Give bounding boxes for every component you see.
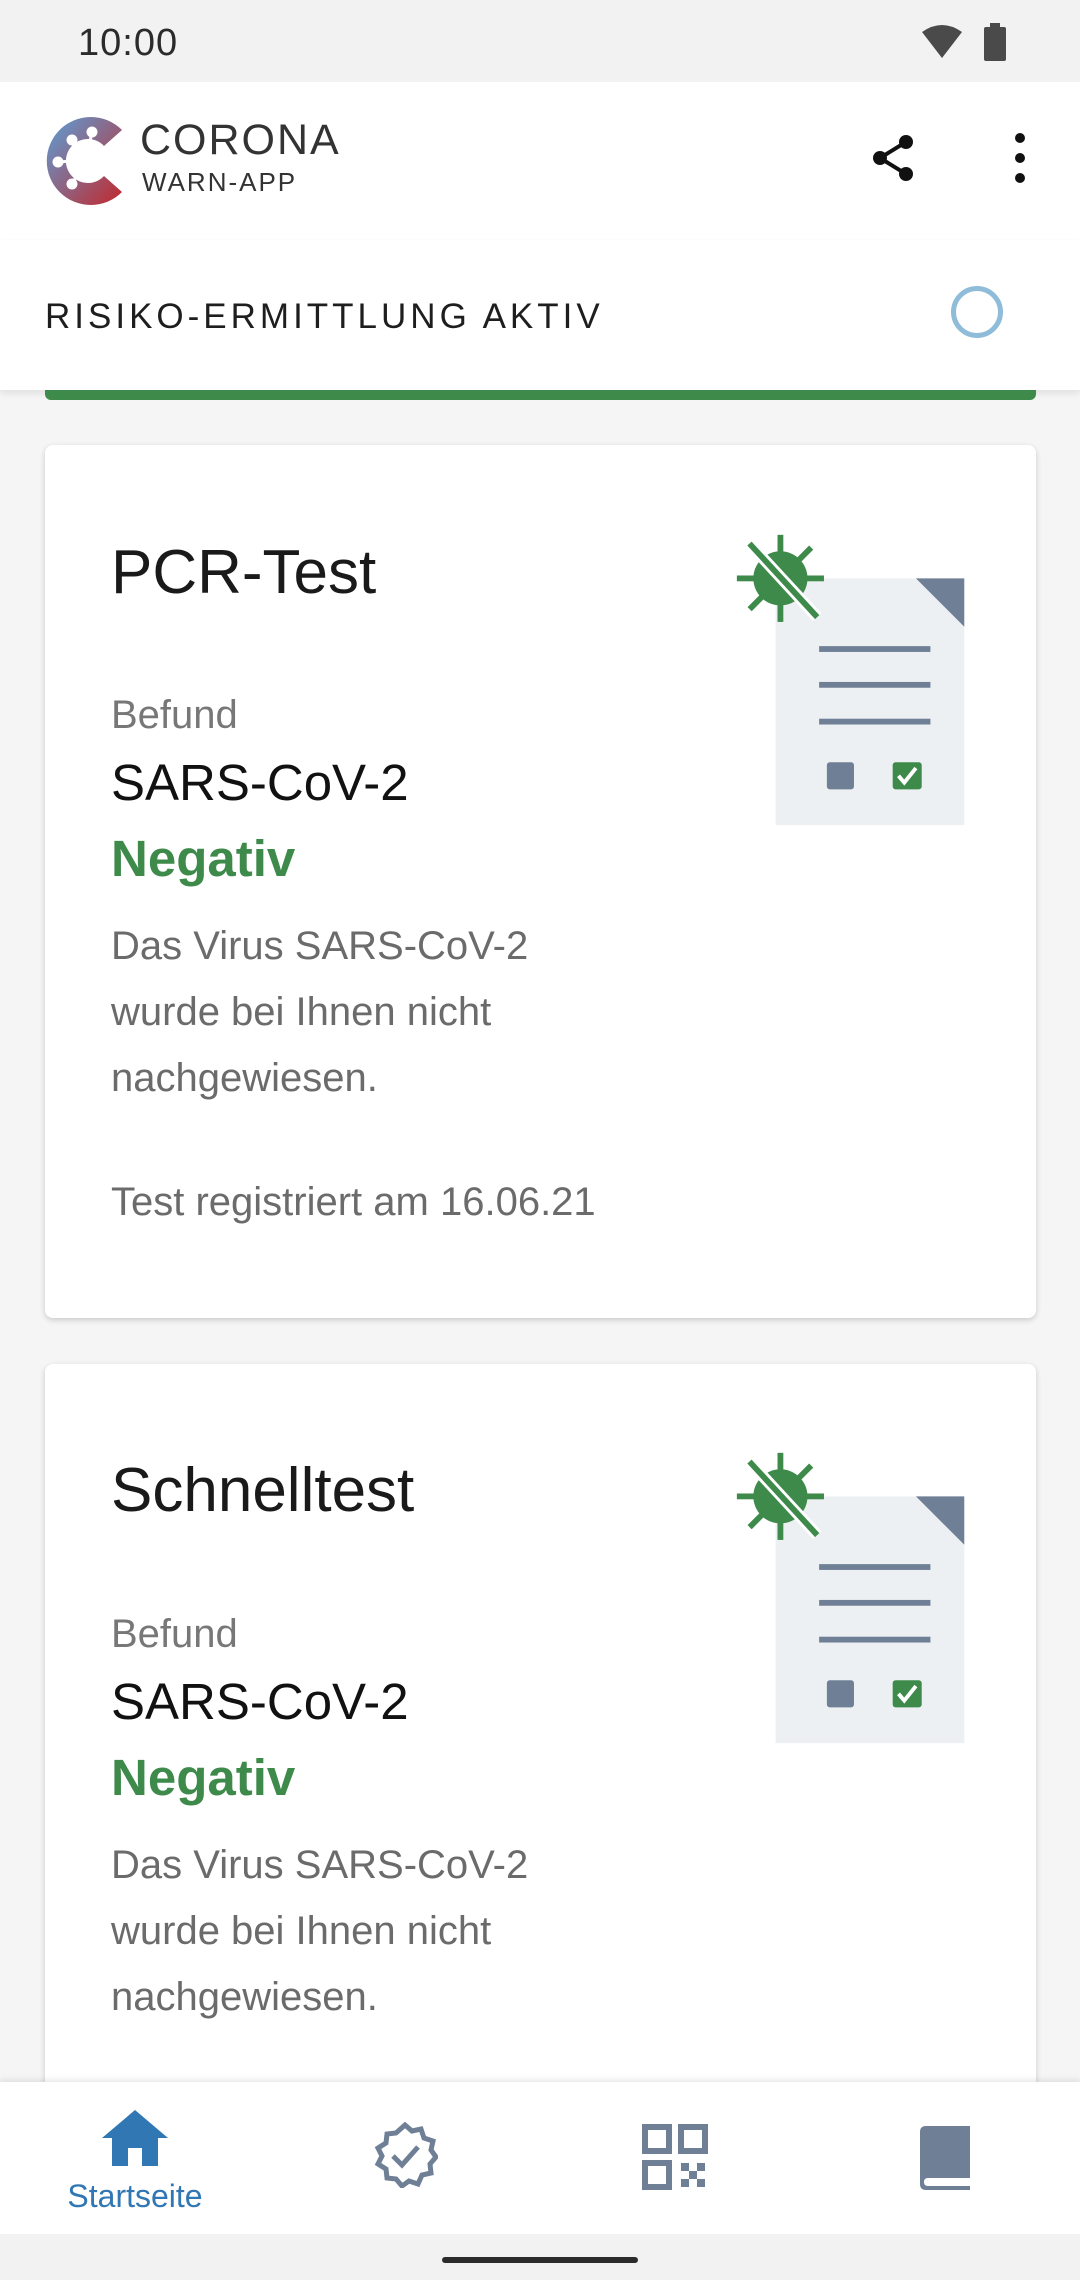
card-description: Das Virus SARS-CoV-2 wurde bei Ihnen nic…: [111, 1843, 529, 2019]
card-label: Befund: [111, 1612, 238, 1656]
test-result-illustration-icon: [736, 534, 965, 826]
progress-spinner-icon: [951, 286, 1003, 338]
card-date: Test registriert am 16.06.21: [111, 1180, 596, 1224]
home-gesture-bar[interactable]: [442, 2257, 638, 2263]
card-title: PCR-Test: [111, 538, 377, 607]
risk-card-edge: [45, 390, 1036, 400]
card-description: Das Virus SARS-CoV-2 wurde bei Ihnen nic…: [111, 924, 529, 1100]
qr-code-icon: [642, 2124, 708, 2190]
test-result-illustration-icon: [736, 1452, 965, 1744]
nav-home-label: Startseite: [67, 2178, 203, 2214]
card-label: Befund: [111, 693, 238, 737]
battery-icon: [984, 23, 1006, 61]
card-result: Negativ: [111, 1749, 296, 1806]
status-time: 10:00: [78, 22, 179, 64]
card-pathogen: SARS-CoV-2: [111, 754, 409, 811]
more-vert-icon[interactable]: [1000, 130, 1040, 186]
nav-scan[interactable]: [540, 2082, 810, 2234]
nav-home[interactable]: Startseite: [0, 2082, 270, 2234]
risk-status-label: RISIKO-ERMITTLUNG AKTIV: [45, 297, 604, 336]
home-icon: [102, 2110, 168, 2166]
corona-warn-app-logo: [46, 116, 122, 205]
nav-diary[interactable]: [810, 2082, 1080, 2234]
share-icon[interactable]: [866, 130, 922, 186]
card-result: Negativ: [111, 830, 296, 887]
brand-subtitle: WARN-APP: [142, 167, 298, 197]
card-pathogen: SARS-CoV-2: [111, 1673, 409, 1730]
brand-title: CORONA: [140, 116, 341, 164]
wifi-icon: [922, 25, 962, 58]
nav-certificates[interactable]: [270, 2082, 540, 2234]
diary-icon: [920, 2126, 970, 2190]
status-icons: [922, 22, 1006, 62]
card-title: Schnelltest: [111, 1456, 415, 1525]
certificate-icon: [374, 2122, 438, 2188]
